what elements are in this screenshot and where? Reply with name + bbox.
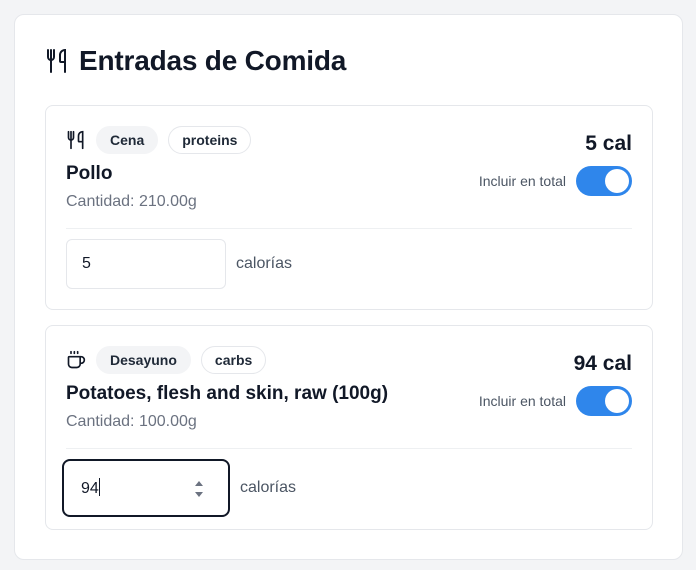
category-badge: carbs <box>200 346 267 374</box>
utensils-icon <box>45 48 69 74</box>
include-toggle-group: Incluir en total <box>479 166 632 196</box>
entry-tags: Cena proteins <box>66 126 252 154</box>
calories-total: 5 cal <box>585 132 632 155</box>
meal-badge: Cena <box>96 126 159 154</box>
calories-unit: calorías <box>240 479 297 496</box>
toggle-knob <box>605 389 629 413</box>
panel-header: Entradas de Comida <box>45 45 346 77</box>
food-entry-card: Desayuno carbs Potatoes, flesh and skin,… <box>45 325 653 530</box>
include-toggle[interactable] <box>576 386 632 416</box>
food-entry-card: Cena proteins Pollo Cantidad: 210.00g 5 … <box>45 105 653 310</box>
number-spinner-icon[interactable] <box>194 479 204 499</box>
page-title: Entradas de Comida <box>79 45 347 76</box>
include-toggle-group: Incluir en total <box>479 386 632 416</box>
calories-edit-row: calorías <box>66 239 292 289</box>
food-quantity: Cantidad: 210.00g <box>66 193 197 210</box>
coffee-cup-icon <box>66 350 86 370</box>
calories-unit: calorías <box>236 255 293 272</box>
calories-input[interactable] <box>66 239 226 289</box>
category-badge: proteins <box>168 126 252 154</box>
meal-badge: Desayuno <box>96 346 191 374</box>
food-quantity: Cantidad: 100.00g <box>66 413 197 430</box>
include-label: Incluir en total <box>478 173 566 189</box>
include-label: Incluir en total <box>478 393 566 409</box>
calories-input-value: 94 <box>81 478 100 497</box>
food-entries-panel: Entradas de Comida Cena proteins Pollo C… <box>14 14 683 560</box>
divider <box>66 448 632 449</box>
food-name: Pollo <box>66 163 113 184</box>
toggle-knob <box>605 169 629 193</box>
divider <box>66 228 632 229</box>
include-toggle[interactable] <box>576 166 632 196</box>
calories-input-focused[interactable]: 94 <box>62 459 230 517</box>
calories-edit-row: 94 calorías <box>62 459 297 517</box>
food-name: Potatoes, flesh and skin, raw (100g) <box>66 383 389 404</box>
calories-total: 94 cal <box>573 352 632 375</box>
entry-tags: Desayuno carbs <box>66 346 267 374</box>
utensils-icon <box>66 130 86 150</box>
